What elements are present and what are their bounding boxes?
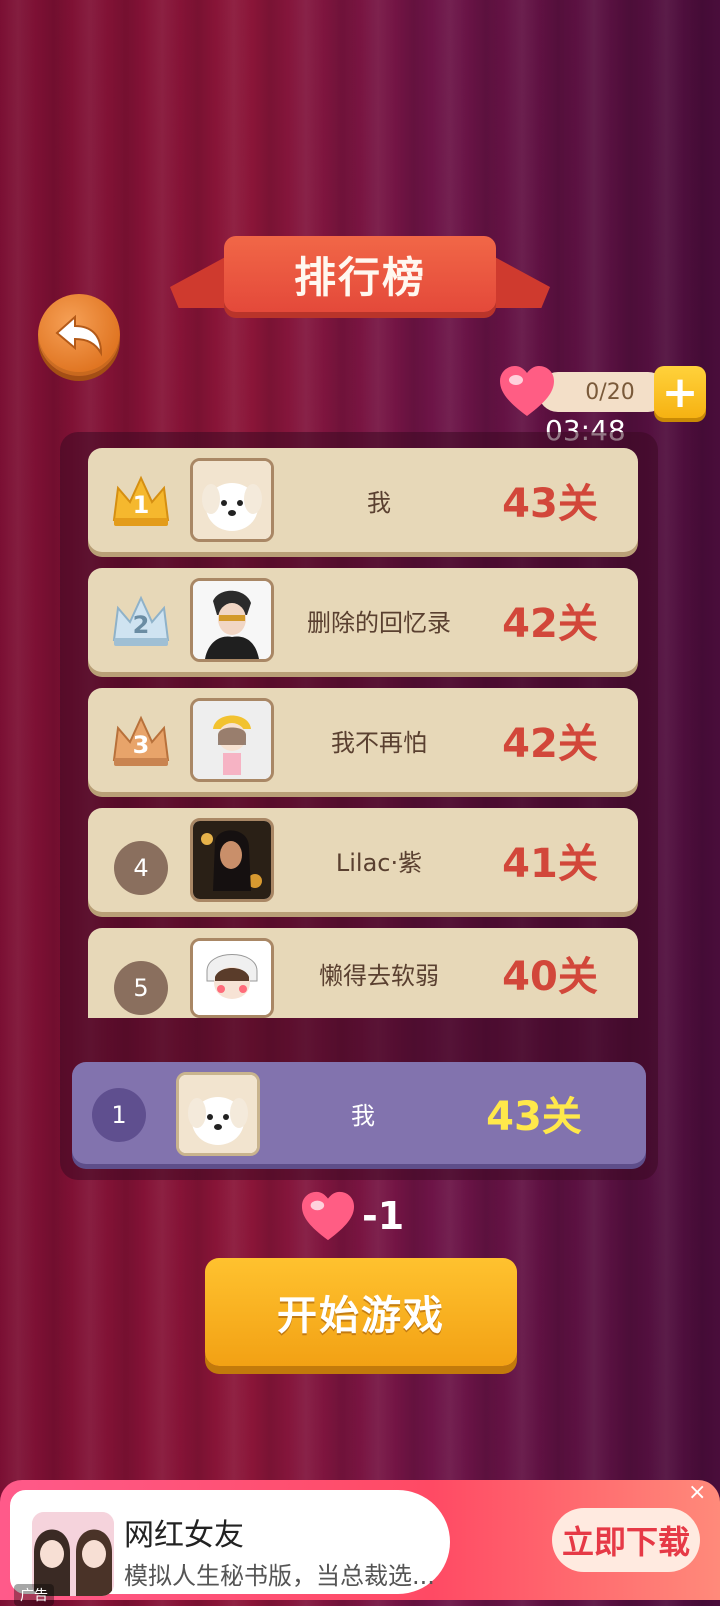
avatar <box>190 458 274 542</box>
heart-cost-value: -1 <box>362 1194 405 1238</box>
heart-icon <box>301 1191 355 1241</box>
girl-avatar-icon <box>193 701 271 779</box>
person-avatar-icon <box>193 581 271 659</box>
ad-banner[interactable]: 网红女友 模拟人生秘书版，当总裁选... 广告 立即下载 × <box>0 1480 720 1606</box>
avatar <box>190 818 274 902</box>
player-name: 懒得去软弱 <box>319 961 439 990</box>
leaderboard-row[interactable]: 1 我 43关 <box>88 448 638 552</box>
woman-avatar-icon <box>193 821 271 899</box>
my-score: 43关 <box>486 1094 582 1140</box>
leaderboard-row[interactable]: 3 我不再怕 42关 <box>88 688 638 792</box>
leaderboard-row[interactable]: 2 删除的回忆录 42关 <box>88 568 638 672</box>
add-hearts-button[interactable]: + <box>654 366 706 418</box>
my-avatar <box>176 1072 260 1156</box>
avatar <box>190 698 274 782</box>
player-name: 我 <box>367 488 391 517</box>
heart-icon <box>500 366 554 416</box>
ad-content[interactable]: 网红女友 模拟人生秘书版，当总裁选... 广告 <box>10 1490 450 1606</box>
avatar <box>190 578 274 662</box>
ad-subtitle: 模拟人生秘书版，当总裁选... <box>124 1562 435 1590</box>
player-score: 41关 <box>502 841 598 887</box>
title-ribbon: 排行榜 <box>170 236 550 328</box>
player-name: 删除的回忆录 <box>307 608 451 637</box>
rank-number: 2 <box>132 611 150 639</box>
back-arrow-icon <box>55 314 103 357</box>
rank-number: 5 <box>114 961 168 1015</box>
leaderboard-row[interactable]: 5 懒得去软弱 40关 <box>88 928 638 1018</box>
start-game-button[interactable]: 开始游戏 <box>205 1258 517 1366</box>
ad-tag: 广告 <box>14 1584 54 1606</box>
player-score: 42关 <box>502 601 598 647</box>
download-button[interactable]: 立即下载 <box>552 1508 700 1572</box>
rank-number: 1 <box>132 491 150 519</box>
player-name: Lilac·紫 <box>335 848 423 877</box>
dog-avatar-icon <box>193 461 271 539</box>
ad-title: 网红女友 <box>124 1518 244 1553</box>
my-name: 我 <box>351 1101 375 1130</box>
heart-cost: -1 <box>300 1190 440 1250</box>
hearts-count: 0/20 <box>538 372 668 412</box>
close-ad-button[interactable]: × <box>688 1480 706 1505</box>
my-rank-row: 1 我 43关 <box>72 1062 646 1164</box>
player-score: 43关 <box>502 481 598 527</box>
leaderboard-row[interactable]: 4 Lilac·紫 41关 <box>88 808 638 912</box>
leaderboard-panel: 1 我 43关 2 删除的回忆录 42关 3 我不再怕 42关 4 Lilac·… <box>60 432 658 1180</box>
rank-number: 4 <box>114 841 168 895</box>
player-name: 我不再怕 <box>331 728 427 757</box>
player-score: 40关 <box>502 954 598 1000</box>
my-rank-number: 1 <box>92 1088 146 1142</box>
dog-avatar-icon <box>179 1075 257 1153</box>
avatar <box>190 938 274 1018</box>
cartoon-girl-avatar-icon <box>193 941 271 1015</box>
rank-number: 3 <box>132 731 150 759</box>
page-title: 排行榜 <box>224 236 496 312</box>
back-button[interactable] <box>38 294 120 376</box>
player-score: 42关 <box>502 721 598 767</box>
